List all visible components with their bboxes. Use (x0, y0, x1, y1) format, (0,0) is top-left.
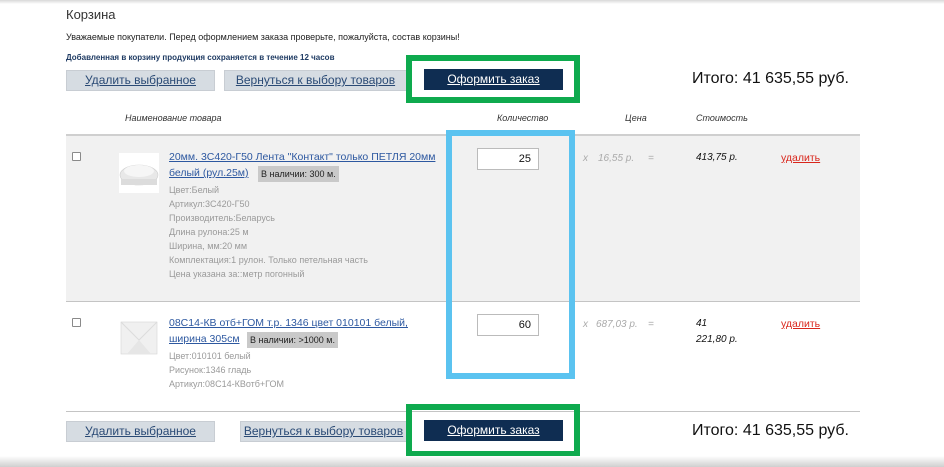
checkout-button-bottom[interactable]: Оформить заказ (424, 420, 563, 441)
product-prop: Цвет:Белый (169, 185, 220, 195)
page-title: Корзина (66, 7, 116, 22)
product-prop: Ширина, мм:20 мм (169, 241, 248, 251)
quantity-column-highlight (446, 130, 575, 379)
column-header-cost: Стоимость (696, 113, 748, 123)
product-prop: Рисунок:1346 гладь (169, 365, 252, 375)
delete-selected-button-top[interactable]: Удалить выбранное (66, 70, 215, 91)
cart-total-top: Итого: 41 635,55 руб. (692, 70, 849, 87)
back-to-goods-button-top[interactable]: Вернуться к выбору товаров (224, 70, 407, 91)
line-cost-2-part2: 221,80 р. (696, 334, 738, 345)
product-prop: Длина рулона:25 м (169, 227, 249, 237)
product-prop: Цена указана за::метр погонный (169, 269, 305, 279)
column-header-price: Цена (625, 113, 647, 123)
product-prop: Артикул:08С14-КВотб+ГОМ (169, 379, 285, 389)
row-select-checkbox-2[interactable] (72, 318, 81, 327)
product-prop: Комплектация:1 рулон. Только петельная ч… (169, 255, 368, 265)
cart-total-bottom: Итого: 41 635,55 руб. (692, 422, 849, 439)
row-select-checkbox-1[interactable] (72, 152, 81, 161)
stock-badge-1: В наличии: 300 м. (258, 166, 339, 182)
back-to-goods-button-bottom[interactable]: Вернуться к выбору товаров (240, 421, 407, 442)
product-prop: Цвет:010101 белый (169, 351, 251, 361)
equals-sign-1: = (648, 153, 654, 164)
times-sign-1: x (583, 153, 588, 164)
unit-price-2: 687,03 р. (596, 319, 638, 330)
product-thumbnail-2 (119, 318, 159, 358)
line-cost-2-part1: 41 (696, 318, 708, 329)
delete-link-2[interactable]: удалить (781, 318, 820, 330)
delete-selected-button-bottom[interactable]: Удалить выбранное (66, 421, 215, 442)
times-sign-2: x (583, 319, 588, 330)
product-prop: Артикул:3С420-Г50 (169, 199, 250, 209)
line-cost-1: 413,75 р. (696, 152, 738, 163)
cart-keep-note: Добавленная в корзину продукция сохраняе… (66, 53, 335, 62)
bottom-shadow (0, 456, 944, 467)
unit-price-1: 16,55 р. (598, 153, 635, 164)
product-prop: Производитель:Беларусь (169, 213, 275, 223)
cart-notice: Уважаемые покупатели. Перед оформлением … (66, 32, 460, 42)
checkout-button-top[interactable]: Оформить заказ (424, 69, 563, 90)
delete-link-1[interactable]: удалить (781, 152, 820, 164)
product-thumbnail-1 (119, 153, 159, 193)
column-header-quantity: Количество (497, 113, 549, 123)
equals-sign-2: = (648, 319, 654, 330)
column-header-name: Наименование товара (125, 113, 222, 123)
stock-badge-2: В наличии: >1000 м. (247, 332, 338, 348)
top-shadow (0, 0, 944, 4)
